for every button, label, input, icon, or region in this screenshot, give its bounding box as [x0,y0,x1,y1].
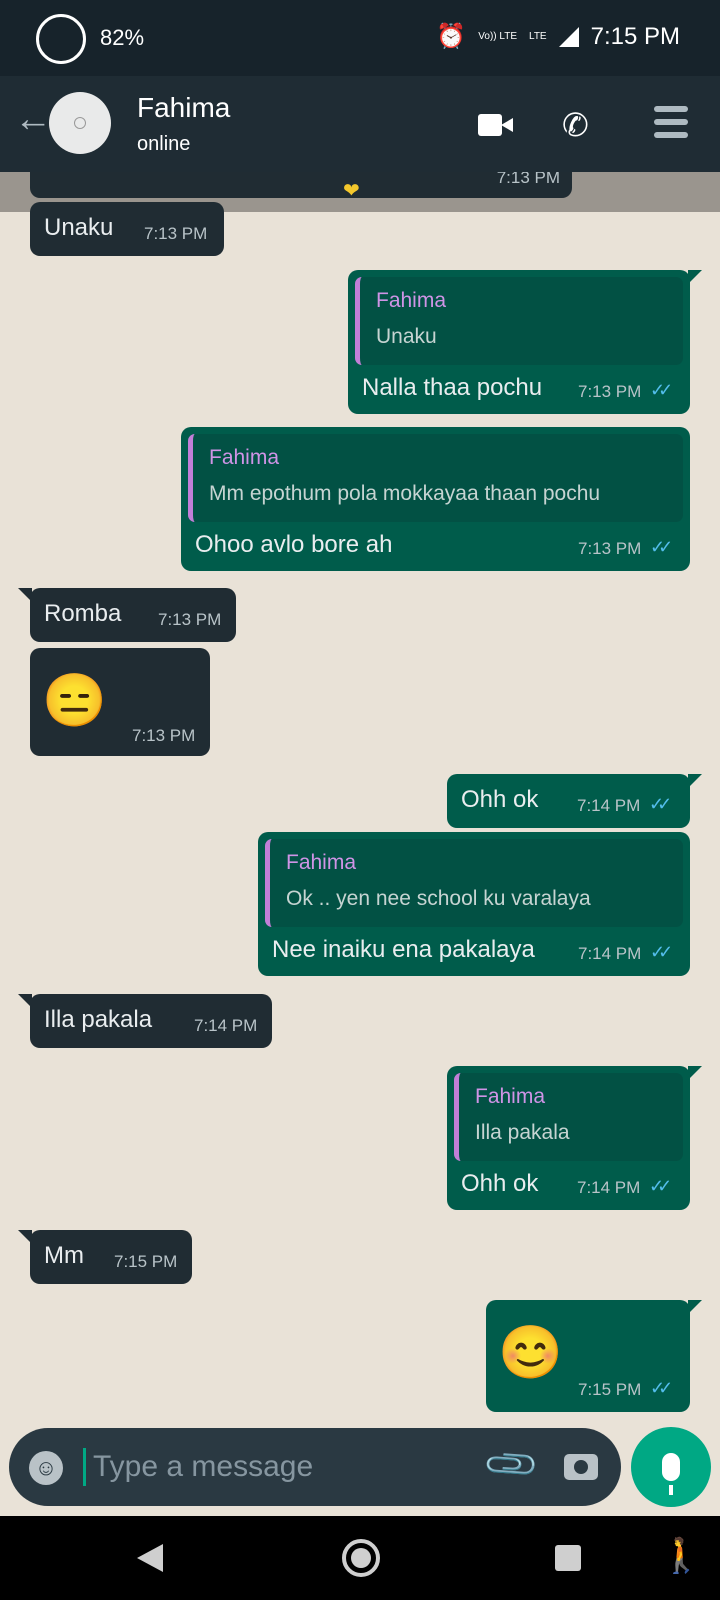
message-bubble-outgoing[interactable]: 😊 7:15 PM ✓✓ [486,1300,702,1412]
message-text: Nalla thaa pochu [362,374,543,401]
message-bubble-incoming[interactable]: Illa pakala 7:14 PM [18,994,272,1048]
read-ticks-icon: ✓✓ [650,380,673,400]
quoted-message[interactable]: Fahima Mm epothum pola mokkayaa thaan po… [188,434,683,522]
message-text: Unaku [44,214,114,241]
message-time: 7:13 PM [158,610,222,629]
menu-icon[interactable] [654,106,688,145]
message-bubble-incoming[interactable]: Unaku 7:13 PM [30,202,224,256]
status-bar: 82% ⏰ Vo)) LTE LTE 7:15 PM [0,0,720,76]
mic-icon[interactable] [631,1427,711,1507]
read-ticks-icon: ✓✓ [650,1378,673,1398]
alarm-icon: ⏰ [436,23,467,50]
expressionless-emoji: 😑 [42,672,107,730]
message-text: Ohh ok [461,1170,539,1197]
read-ticks-icon: ✓✓ [650,942,673,962]
message-time: 7:13 PM [496,172,560,187]
message-text: Nee inaiku ena pakalaya [272,936,535,963]
message-time: 7:14 PM [577,1178,641,1197]
clock: 7:15 PM [590,22,680,50]
read-ticks-icon: ✓✓ [649,794,672,814]
message-bubble-outgoing[interactable]: Fahima Illa pakala Ohh ok 7:14 PM ✓✓ [447,1066,702,1210]
phone-icon[interactable]: ✆ [562,106,589,144]
message-input[interactable]: Type a message [93,1450,313,1484]
message-time: 7:14 PM [194,1016,258,1035]
message-bubble-outgoing[interactable]: Ohh ok 7:14 PM ✓✓ [447,774,702,828]
message-time: 7:14 PM [577,796,641,815]
quote-author: Fahima [376,289,447,312]
message-text: Ohh ok [461,786,539,813]
message-composer: ☺ Type a message 📎 [9,1428,621,1506]
lte-label: LTE [529,30,547,42]
message-text: Illa pakala [44,1006,153,1033]
message-bubble-partial[interactable]: 7:13 PM [30,172,572,198]
accessibility-icon[interactable]: 🚶 [660,1536,702,1576]
message-time: 7:13 PM [132,726,196,745]
contact-name[interactable]: Fahima [137,92,230,124]
camera-icon[interactable] [564,1454,598,1480]
quote-author: Fahima [475,1085,546,1108]
signal-icon [558,26,579,47]
quote-text: Unaku [376,325,437,348]
quote-author: Fahima [286,851,357,874]
contact-status: online [137,133,191,155]
chat-area[interactable]: 7:13 PM ❤ Unaku 7:13 PM Fahima Unaku Nal… [0,172,720,1424]
read-ticks-icon: ✓✓ [649,1176,672,1196]
message-bubble-incoming[interactable]: 😑 7:13 PM [30,648,210,756]
system-nav-bar: 🚶 [0,1516,720,1600]
message-bubble-outgoing[interactable]: Fahima Unaku Nalla thaa pochu 7:13 PM ✓✓ [348,270,702,414]
message-bubble-outgoing[interactable]: Fahima Ok .. yen nee school ku varalaya … [258,832,690,976]
message-text: Mm [44,1242,84,1269]
quoted-message[interactable]: Fahima Unaku [355,277,683,365]
nav-recents-icon[interactable] [555,1545,581,1571]
nav-back-icon[interactable] [137,1544,163,1572]
smiling-emoji: 😊 [498,1324,563,1382]
message-text: Ohoo avlo bore ah [195,531,393,558]
read-ticks-icon: ✓✓ [650,537,673,557]
quote-text: Mm epothum pola mokkayaa thaan pochu [209,482,601,505]
chat-header: ← Fahima online ✆ [0,76,720,172]
nav-home-icon[interactable] [342,1539,380,1577]
avatar[interactable] [49,92,111,154]
attach-icon[interactable]: 📎 [481,1434,542,1495]
quote-text: Ok .. yen nee school ku varalaya [286,887,591,910]
heart-reaction-icon: ❤ [343,180,360,202]
video-call-icon[interactable] [478,114,513,136]
message-text: Romba [44,600,122,627]
volte-label: Vo)) LTE [478,30,517,42]
message-time: 7:15 PM [114,1252,178,1271]
battery-percent: 82% [100,25,145,50]
message-time: 7:15 PM [578,1380,642,1399]
message-time: 7:14 PM [578,944,642,963]
message-time: 7:13 PM [578,539,642,558]
status-right: ⏰ Vo)) LTE LTE 7:15 PM [436,22,680,51]
message-time: 7:13 PM [144,224,208,243]
battery-ring-icon [36,14,86,64]
back-arrow-icon[interactable]: ← [14,98,52,141]
quoted-message[interactable]: Fahima Ok .. yen nee school ku varalaya [265,839,683,927]
quote-author: Fahima [209,446,280,469]
message-bubble-incoming[interactable]: Romba 7:13 PM [18,588,236,642]
quoted-message[interactable]: Fahima Illa pakala [454,1073,683,1161]
text-cursor [83,1448,86,1486]
emoji-icon[interactable]: ☺ [29,1451,63,1485]
message-time: 7:13 PM [578,382,642,401]
quote-text: Illa pakala [475,1121,570,1144]
message-bubble-incoming[interactable]: Mm 7:15 PM [18,1230,192,1284]
message-bubble-outgoing[interactable]: Fahima Mm epothum pola mokkayaa thaan po… [181,427,690,571]
avatar-logo-icon [74,117,86,129]
